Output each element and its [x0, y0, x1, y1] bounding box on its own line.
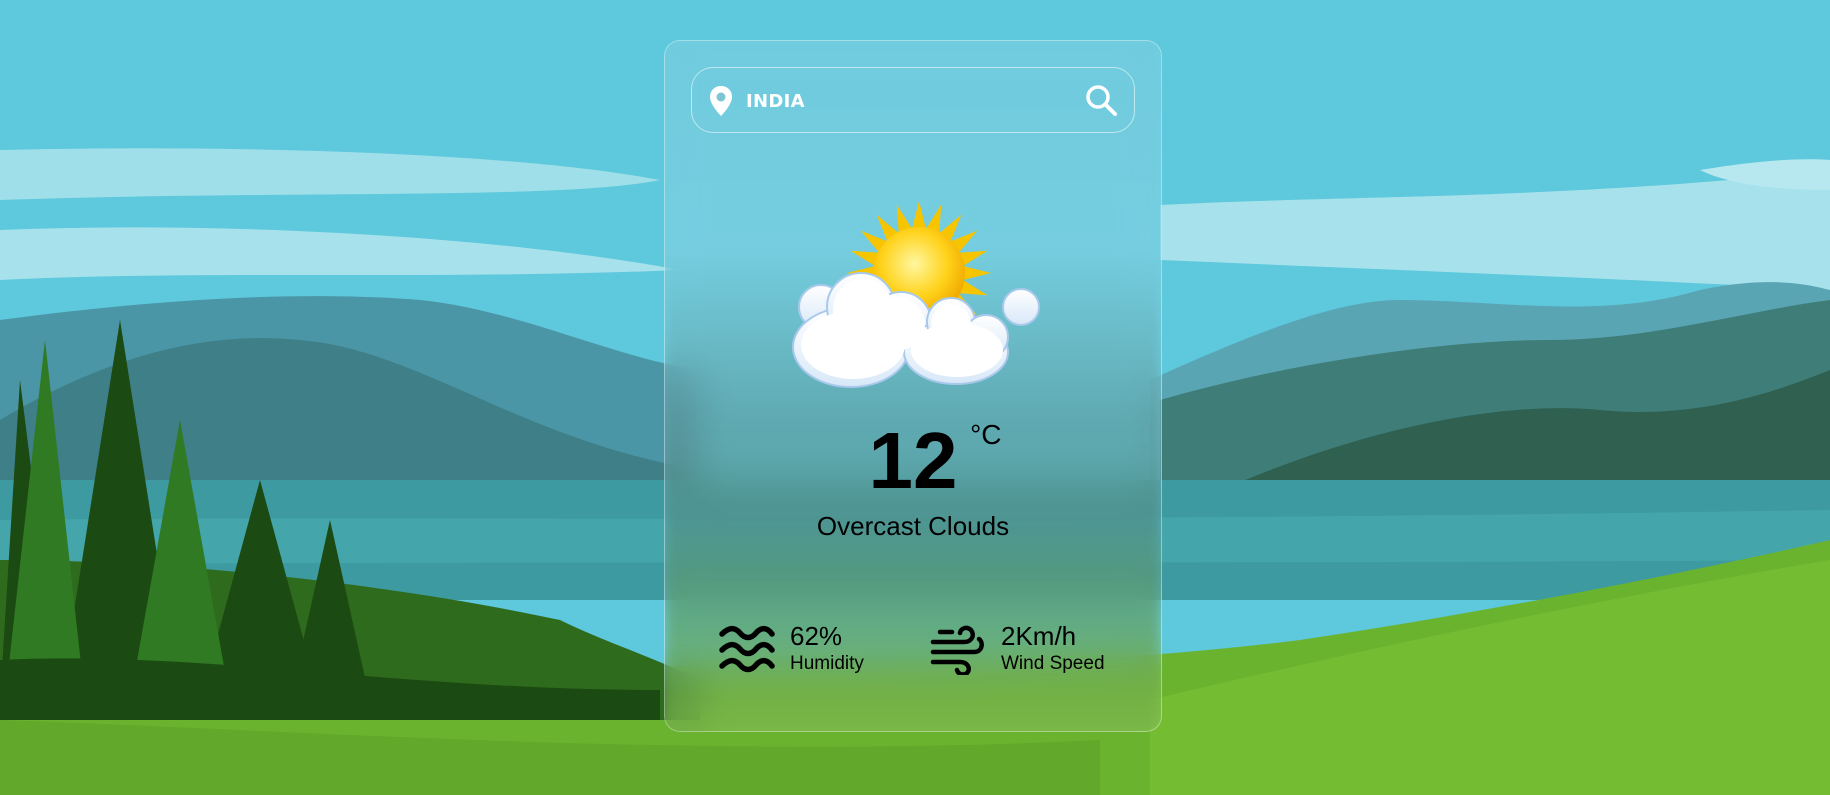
wind-icon — [930, 625, 984, 675]
search-input[interactable] — [744, 82, 1068, 120]
wind-value: 2Km/h — [1001, 621, 1077, 651]
wind-stat: 2Km/h Wind Speed — [930, 621, 1130, 681]
humidity-value: 62% — [790, 621, 843, 651]
location-pin-icon — [710, 86, 732, 116]
humidity-waves-icon — [719, 625, 775, 673]
search-bar — [691, 67, 1135, 133]
weather-description: Overcast Clouds — [816, 511, 1010, 541]
partly-cloudy-sun-icon — [792, 201, 1040, 388]
weather-card: 12°C Overcast Clouds 62% Humidity 2Km/h … — [664, 40, 1162, 732]
temperature: 12 °C — [665, 421, 1161, 501]
search-icon[interactable] — [1084, 83, 1118, 117]
temperature-value: 12 °C — [868, 416, 1002, 505]
wind-label: Wind Speed — [1001, 653, 1105, 674]
humidity-stat: 62% Humidity — [719, 621, 899, 681]
temperature-unit: °C — [970, 419, 1002, 450]
humidity-label: Humidity — [790, 653, 864, 674]
